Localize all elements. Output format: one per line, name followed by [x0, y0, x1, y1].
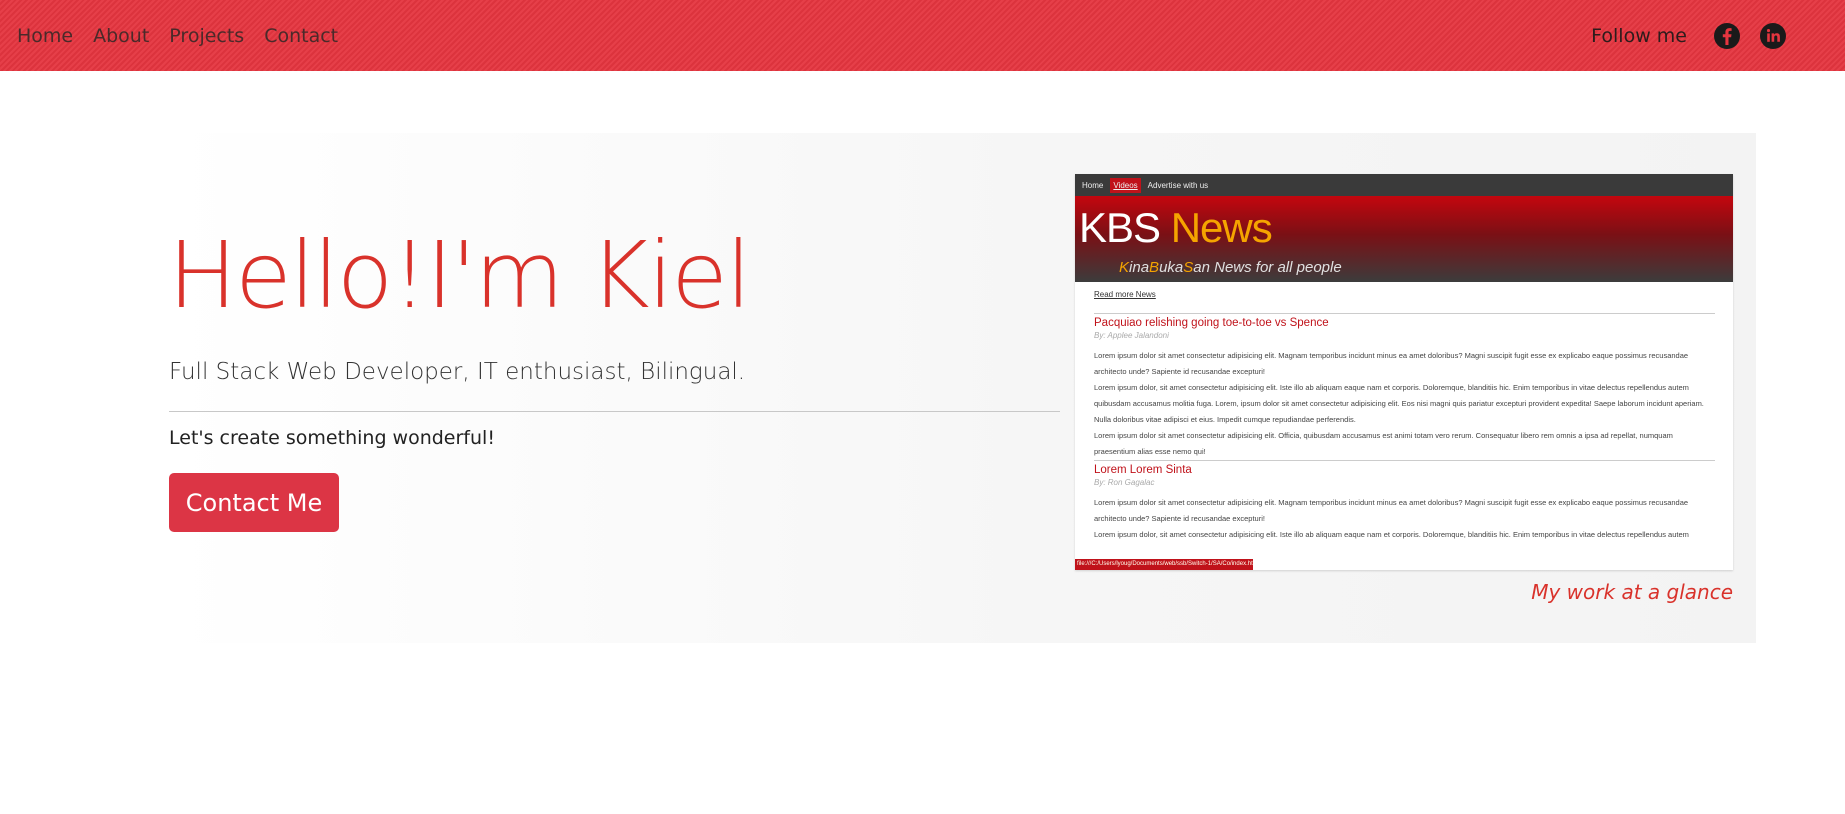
main-nav: Home About Projects Contact: [17, 0, 338, 71]
preview-article-paragraph: Lorem ipsum dolor sit amet consectetur a…: [1094, 498, 1689, 523]
preview-banner: KBS News KinaBukaSan News for all people: [1075, 196, 1733, 282]
nav-link-about[interactable]: About: [93, 25, 149, 47]
preview-caption: My work at a glance: [1531, 580, 1733, 604]
contact-me-button[interactable]: Contact Me: [169, 473, 339, 532]
preview-article-paragraph: Lorem ipsum dolor, sit amet consectetur …: [1094, 530, 1689, 539]
preview-article-byline: By: Ron Gagalac: [1094, 478, 1155, 487]
preview-nav: Home Videos Advertise with us: [1075, 174, 1733, 196]
preview-article-paragraph: Lorem ipsum dolor sit amet consectetur a…: [1094, 431, 1673, 456]
follow-label: Follow me: [1591, 24, 1687, 47]
preview-tagline: KinaBukaSan News for all people: [1119, 259, 1342, 276]
nav-link-home[interactable]: Home: [17, 25, 73, 47]
tagline-text: an News for all people: [1193, 259, 1342, 276]
preview-body: Read more News Pacquiao relishing going …: [1075, 282, 1733, 543]
tagline-letter: B: [1149, 259, 1160, 276]
preview-article-title: Lorem Lorem Sinta: [1094, 464, 1192, 476]
preview-nav-item: Home: [1082, 180, 1104, 190]
preview-brand-main: KBS: [1079, 204, 1161, 251]
preview-nav-item: Videos: [1110, 177, 1141, 193]
linkedin-icon[interactable]: [1759, 22, 1787, 50]
preview-article-paragraph: Lorem ipsum dolor, sit amet consectetur …: [1094, 383, 1704, 424]
preview-nav-item: Advertise with us: [1147, 180, 1209, 190]
hero-subtitle: Full Stack Web Developer, IT enthusiast,…: [169, 359, 746, 385]
social-follow: Follow me: [1591, 0, 1787, 71]
preview-divider: [1094, 460, 1715, 461]
preview-read-more-link: Read more News: [1094, 290, 1156, 299]
preview-status-bar: file:///C:/Users/lyoug/Documents/web/ssb…: [1075, 559, 1253, 570]
nav-link-projects[interactable]: Projects: [169, 25, 244, 47]
preview-article-title: Pacquiao relishing going toe-to-toe vs S…: [1094, 317, 1329, 329]
hero-title: Hello!I'm Kiel: [168, 222, 751, 329]
tagline-letter: K: [1119, 259, 1130, 276]
preview-article-byline: By: Applee Jalandoni: [1094, 331, 1169, 340]
preview-article-paragraph: Lorem ipsum dolor sit amet consectetur a…: [1094, 351, 1689, 376]
tagline-letter: S: [1183, 259, 1194, 276]
top-navbar: Home About Projects Contact Follow me: [0, 0, 1845, 71]
preview-brand: KBS News: [1079, 204, 1273, 252]
facebook-icon[interactable]: [1713, 22, 1741, 50]
preview-divider: [1094, 313, 1715, 314]
hero-lead: Let's create something wonderful!: [169, 427, 495, 449]
work-preview-image[interactable]: Home Videos Advertise with us KBS News K…: [1075, 174, 1733, 570]
tagline-text: ina: [1129, 259, 1150, 276]
hero-divider: [169, 411, 1060, 412]
tagline-text: uka: [1159, 259, 1184, 276]
nav-link-contact[interactable]: Contact: [264, 25, 338, 47]
preview-brand-accent: News: [1170, 204, 1273, 251]
